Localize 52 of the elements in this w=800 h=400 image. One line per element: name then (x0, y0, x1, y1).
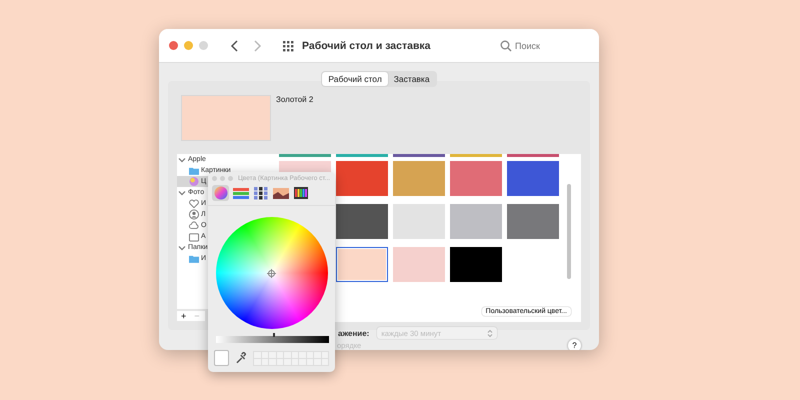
swatch[interactable] (450, 154, 502, 157)
forward-icon[interactable] (252, 38, 262, 52)
tab[interactable]: Рабочий стол (322, 72, 388, 86)
cloud-icon (189, 221, 199, 230)
minimize-button[interactable] (184, 41, 193, 50)
swatch[interactable] (336, 154, 388, 157)
palette-icon (254, 186, 268, 200)
color-swatch[interactable] (393, 161, 445, 196)
swatch[interactable] (279, 154, 331, 157)
color-swatch[interactable] (336, 161, 388, 196)
color-ball-icon (189, 176, 199, 187)
disclosure-icon[interactable] (178, 188, 186, 196)
mode-tab[interactable] (252, 185, 269, 201)
swatch[interactable] (507, 154, 559, 157)
eyedropper-icon[interactable] (236, 352, 246, 364)
disclosure-icon[interactable] (178, 244, 186, 252)
image-icon (272, 188, 288, 198)
window-title: Рабочий стол и заставка (302, 40, 431, 52)
color-swatch[interactable] (507, 204, 559, 239)
color-wheel-icon (214, 186, 228, 200)
color-swatch[interactable] (336, 204, 388, 239)
scrollbar[interactable] (567, 184, 571, 279)
grid-icon[interactable] (282, 40, 294, 52)
wallpaper-name: Золотой 2 (276, 95, 314, 106)
disclosure-icon[interactable] (178, 156, 186, 164)
color-swatch[interactable] (450, 247, 502, 282)
color-swatch[interactable] (336, 247, 388, 282)
heart-icon (189, 198, 199, 208)
change-picture-label: ажение: (338, 328, 370, 338)
zoom-button[interactable] (199, 41, 208, 50)
search-icon (500, 40, 512, 52)
help-button[interactable]: ? (568, 339, 581, 350)
tab[interactable]: Заставка (388, 72, 436, 86)
swatch[interactable] (393, 154, 445, 157)
color-swatch[interactable] (450, 161, 502, 196)
mode-tab[interactable] (272, 185, 289, 201)
color-well[interactable] (214, 350, 230, 366)
folder-icon (189, 254, 199, 264)
crosshair-icon (267, 268, 276, 278)
zoom-button[interactable] (228, 176, 233, 180)
search-field[interactable]: Поиск (515, 40, 580, 50)
person-icon (189, 209, 199, 220)
sliders-icon (232, 187, 248, 199)
back-icon[interactable] (230, 38, 240, 52)
brightness-slider[interactable] (216, 336, 329, 343)
crayons-icon (294, 187, 308, 199)
stepper-icon (487, 328, 494, 338)
close-button[interactable] (169, 41, 178, 50)
minimize-button[interactable] (220, 176, 225, 180)
mode-tab[interactable] (292, 185, 309, 201)
color-swatch[interactable] (507, 161, 559, 196)
album-icon (189, 232, 199, 242)
